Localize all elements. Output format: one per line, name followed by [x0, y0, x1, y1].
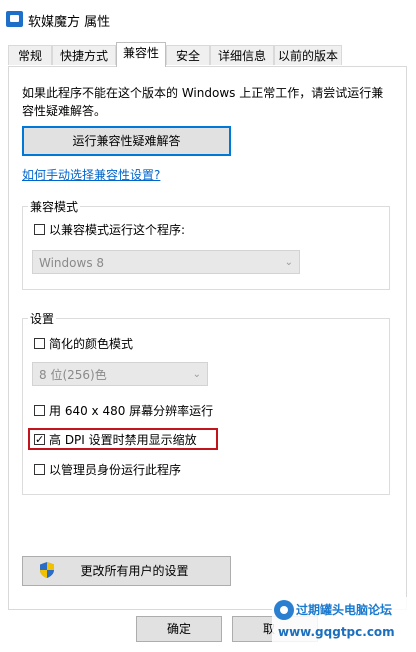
- forum-logo-icon: [274, 600, 294, 620]
- high-dpi-label: 高 DPI 设置时禁用显示缩放: [49, 433, 197, 447]
- tab-security[interactable]: 安全: [166, 45, 210, 65]
- compat-mode-label: 以兼容模式运行这个程序:: [49, 223, 186, 237]
- app-icon: [6, 11, 23, 27]
- intro-text: 如果此程序不能在这个版本的 Windows 上正常工作，请尝试运行兼容性疑难解答…: [22, 86, 384, 118]
- title-bar: 软媒魔方 属性: [0, 0, 416, 38]
- high-dpi-checkbox[interactable]: [34, 432, 45, 448]
- watermark-title: 过期罐头电脑论坛: [296, 603, 393, 617]
- settings-title: 设置: [28, 310, 57, 327]
- compat-mode-title: 兼容模式: [28, 198, 81, 215]
- tab-compatibility[interactable]: 兼容性: [116, 42, 166, 67]
- res-640-checkbox[interactable]: [34, 405, 45, 416]
- compat-mode-checkbox[interactable]: [34, 224, 45, 235]
- reduced-color-row[interactable]: 简化的颜色模式: [34, 336, 234, 352]
- manual-settings-link[interactable]: 如何手动选择兼容性设置?: [22, 166, 160, 183]
- chevron-down-icon: ⌄: [284, 257, 293, 268]
- tab-shortcut[interactable]: 快捷方式: [52, 45, 116, 65]
- shield-icon: [40, 562, 54, 578]
- watermark-url: www.gqgtpc.com: [278, 625, 395, 639]
- high-dpi-row[interactable]: 高 DPI 设置时禁用显示缩放: [34, 432, 214, 448]
- run-admin-row[interactable]: 以管理员身份运行此程序: [34, 462, 234, 478]
- chevron-down-icon: ⌄: [192, 369, 201, 380]
- run-admin-checkbox[interactable]: [34, 464, 45, 475]
- compat-mode-group: [22, 206, 390, 290]
- res-640-label: 用 640 x 480 屏幕分辨率运行: [49, 404, 214, 418]
- tab-strip: 常规 快捷方式 兼容性 安全 详细信息 以前的版本: [0, 42, 416, 67]
- all-users-label: 更改所有用户的设置: [80, 564, 189, 578]
- compat-mode-checkbox-row[interactable]: 以兼容模式运行这个程序:: [34, 222, 334, 238]
- res-640-row[interactable]: 用 640 x 480 屏幕分辨率运行: [34, 403, 234, 419]
- reduced-color-label: 简化的颜色模式: [49, 337, 134, 351]
- reduced-color-checkbox[interactable]: [34, 338, 45, 349]
- ok-button[interactable]: 确定: [136, 616, 222, 642]
- run-troubleshooter-button[interactable]: 运行兼容性疑难解答: [22, 126, 231, 156]
- os-version-value: Windows 8: [39, 256, 105, 270]
- window-title: 软媒魔方 属性: [28, 15, 111, 30]
- tab-general[interactable]: 常规: [8, 45, 52, 65]
- os-version-select[interactable]: Windows 8 ⌄: [32, 250, 300, 274]
- run-admin-label: 以管理员身份运行此程序: [49, 463, 182, 477]
- color-depth-value: 8 位(256)色: [39, 368, 107, 382]
- tab-details[interactable]: 详细信息: [210, 45, 274, 65]
- color-depth-select[interactable]: 8 位(256)色 ⌄: [32, 362, 208, 386]
- tab-previous-versions[interactable]: 以前的版本: [274, 45, 342, 65]
- watermark: 过期罐头电脑论坛 www.gqgtpc.com: [272, 597, 412, 647]
